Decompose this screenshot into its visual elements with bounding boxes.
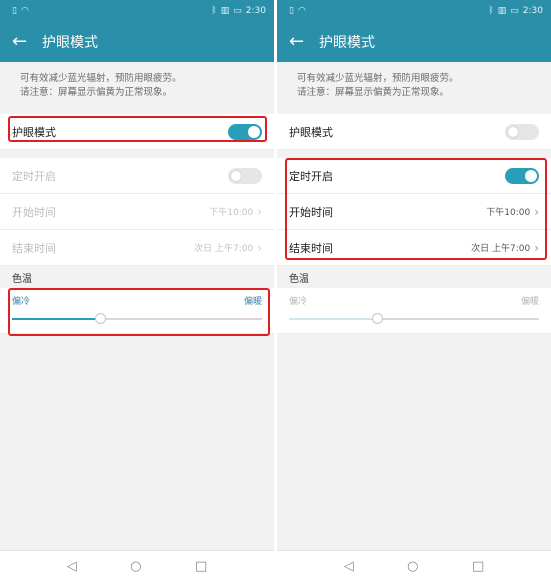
color-temp-slider[interactable]: [12, 313, 262, 324]
warm-label: 偏暖: [243, 297, 262, 307]
color-temp-slider-row: 偏冷 偏暖: [277, 288, 551, 334]
eye-mode-row[interactable]: 护眼模式: [0, 114, 274, 150]
description-line-1: 可有效减少蓝光辐射，预防用眼疲劳。: [20, 73, 182, 84]
schedule-row: 定时开启: [0, 158, 274, 194]
bluetooth-icon: ᛒ: [488, 6, 494, 16]
status-bar: ▯ ◠ ᛒ ▥ ▭ 2:30: [277, 0, 551, 22]
start-time-value: 下午10:00: [209, 208, 254, 218]
end-time-row[interactable]: 结束时间 次日 上午7:00 ›: [277, 230, 551, 266]
chevron-right-icon: ›: [534, 240, 539, 255]
nav-home-icon[interactable]: ○: [130, 559, 141, 574]
start-time-row: 开始时间 下午10:00 ›: [0, 194, 274, 230]
end-time-label: 结束时间: [289, 241, 333, 255]
color-temp-slider: [289, 313, 539, 324]
battery-icon: ▭: [510, 6, 519, 16]
sim-icon: ▯: [289, 6, 294, 16]
wifi-icon: ◠: [20, 6, 29, 16]
eye-mode-card: 护眼模式: [277, 114, 551, 150]
eye-mode-toggle[interactable]: [228, 123, 262, 140]
end-time-value: 次日 上午7:00: [471, 244, 531, 254]
nav-back-icon[interactable]: ◁: [67, 559, 77, 574]
chevron-right-icon: ›: [257, 240, 262, 255]
end-time-row: 结束时间 次日 上午7:00 ›: [0, 230, 274, 266]
cool-label: 偏冷: [12, 297, 31, 307]
slider-thumb[interactable]: [94, 313, 106, 324]
vibrate-icon: ▥: [220, 6, 230, 16]
schedule-label: 定时开启: [289, 169, 333, 183]
schedule-label: 定时开启: [12, 169, 56, 183]
color-temp-section-title: 色温: [277, 266, 551, 288]
schedule-toggle[interactable]: [505, 167, 539, 184]
nav-recent-icon[interactable]: □: [472, 559, 484, 574]
warm-label: 偏暖: [520, 297, 539, 307]
page-title: 护眼模式: [319, 35, 375, 51]
end-time-value: 次日 上午7:00: [194, 244, 254, 254]
nav-back-icon[interactable]: ◁: [344, 559, 354, 574]
end-time-label: 结束时间: [12, 241, 56, 255]
description-line-2: 请注意：屏幕显示偏黄为正常现象。: [297, 87, 450, 98]
slider-thumb: [371, 313, 383, 324]
start-time-label: 开始时间: [289, 205, 333, 219]
eye-mode-card: 护眼模式: [0, 114, 274, 150]
slider-fill: [12, 318, 100, 320]
bluetooth-icon: ᛒ: [211, 6, 217, 16]
eye-mode-row[interactable]: 护眼模式: [277, 114, 551, 150]
schedule-card: 定时开启 开始时间 下午10:00 › 结束时间 次日 上午7:00 ›: [277, 158, 551, 266]
eye-mode-label: 护眼模式: [12, 125, 56, 139]
description-line-2: 请注意：屏幕显示偏黄为正常现象。: [20, 87, 173, 98]
description-line-1: 可有效减少蓝光辐射，预防用眼疲劳。: [297, 73, 459, 84]
wifi-icon: ◠: [297, 6, 306, 16]
back-arrow-icon[interactable]: ←: [12, 33, 42, 51]
battery-icon: ▭: [233, 6, 242, 16]
chevron-right-icon: ›: [257, 204, 262, 219]
schedule-toggle: [228, 167, 262, 184]
eye-mode-label: 护眼模式: [289, 125, 333, 139]
phone-screen-left: ▯ ◠ ᛒ ▥ ▭ 2:30 ← 护眼模式 可有效减少蓝光辐射，预防用眼疲劳。 …: [0, 0, 274, 582]
description: 可有效减少蓝光辐射，预防用眼疲劳。 请注意：屏幕显示偏黄为正常现象。: [0, 62, 274, 114]
phone-screen-right: ▯ ◠ ᛒ ▥ ▭ 2:30 ← 护眼模式 可有效减少蓝光辐射，预防用眼疲劳。 …: [277, 0, 551, 582]
start-time-label: 开始时间: [12, 205, 56, 219]
status-time: 2:30: [522, 6, 543, 16]
chevron-right-icon: ›: [534, 204, 539, 219]
back-arrow-icon[interactable]: ←: [289, 33, 319, 51]
nav-recent-icon[interactable]: □: [195, 559, 207, 574]
nav-bar: ◁ ○ □: [277, 550, 551, 582]
eye-mode-toggle[interactable]: [505, 123, 539, 140]
page-title: 护眼模式: [42, 35, 98, 51]
vibrate-icon: ▥: [497, 6, 507, 16]
description: 可有效减少蓝光辐射，预防用眼疲劳。 请注意：屏幕显示偏黄为正常现象。: [277, 62, 551, 114]
start-time-value: 下午10:00: [486, 208, 531, 218]
cool-label: 偏冷: [289, 297, 308, 307]
color-temp-slider-row: 偏冷 偏暖: [0, 288, 274, 334]
status-time: 2:30: [245, 6, 266, 16]
nav-bar: ◁ ○ □: [0, 550, 274, 582]
color-temp-section-title: 色温: [0, 266, 274, 288]
schedule-card: 定时开启 开始时间 下午10:00 › 结束时间 次日 上午7:00 ›: [0, 158, 274, 266]
app-bar: ← 护眼模式: [0, 22, 274, 62]
slider-fill: [289, 318, 377, 320]
screens: ▯ ◠ ᛒ ▥ ▭ 2:30 ← 护眼模式 可有效减少蓝光辐射，预防用眼疲劳。 …: [0, 0, 551, 582]
sim-icon: ▯: [12, 6, 17, 16]
start-time-row[interactable]: 开始时间 下午10:00 ›: [277, 194, 551, 230]
status-bar: ▯ ◠ ᛒ ▥ ▭ 2:30: [0, 0, 274, 22]
app-bar: ← 护眼模式: [277, 22, 551, 62]
nav-home-icon[interactable]: ○: [407, 559, 418, 574]
schedule-row[interactable]: 定时开启: [277, 158, 551, 194]
